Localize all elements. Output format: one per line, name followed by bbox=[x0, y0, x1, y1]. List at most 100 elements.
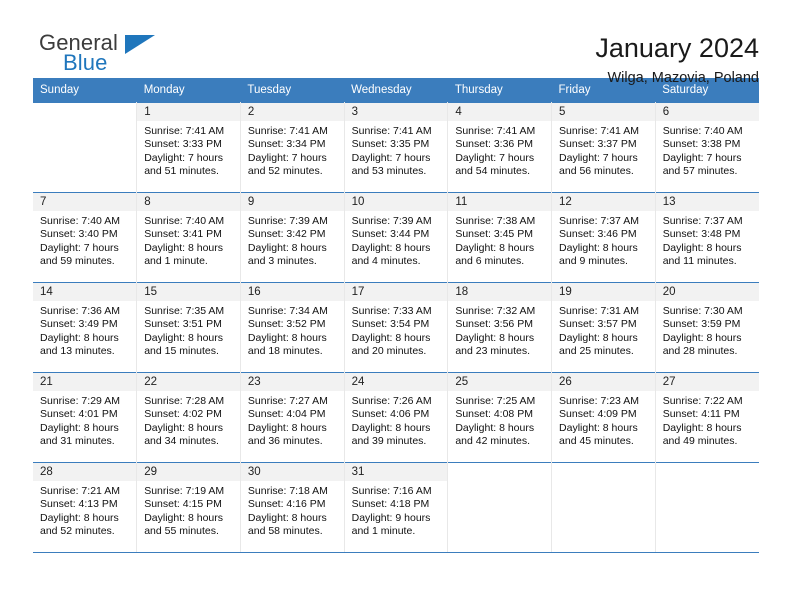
calendar-day-cell[interactable]: 5 Sunrise: 7:41 AM Sunset: 3:37 PM Daylight… bbox=[551, 102, 656, 193]
day-details: Sunrise: 7:30 AM Sunset: 3:59 PM Daylight:… bbox=[656, 301, 759, 359]
calendar-day-cell-empty bbox=[551, 462, 656, 553]
calendar-day-cell-empty bbox=[33, 102, 138, 193]
day-details: Sunrise: 7:25 AM Sunset: 4:08 PM Daylight:… bbox=[448, 391, 551, 449]
daylight-text: Daylight: 8 hours bbox=[40, 331, 119, 344]
day-details: Sunrise: 7:40 AM Sunset: 3:40 PM Daylight:… bbox=[33, 211, 136, 269]
calendar-day-cell[interactable]: 6 Sunrise: 7:40 AM Sunset: 3:38 PM Daylight… bbox=[655, 102, 759, 193]
sunrise-text: Sunrise: 7:36 AM bbox=[40, 305, 120, 317]
calendar-day-cell[interactable]: 10 Sunrise: 7:39 AM Sunset: 3:44 PM Dayligh… bbox=[344, 192, 449, 283]
day-number: 23 bbox=[240, 373, 344, 391]
day-number: 26 bbox=[552, 373, 655, 391]
calendar-day-cell[interactable]: 1 Sunrise: 7:41 AM Sunset: 3:33 PM Daylight… bbox=[136, 102, 241, 193]
calendar-day-cell[interactable]: 30 Sunrise: 7:18 AM Sunset: 4:16 PM Dayligh… bbox=[240, 462, 345, 553]
day-number: 31 bbox=[344, 463, 448, 481]
day-details: Sunrise: 7:31 AM Sunset: 3:57 PM Daylight:… bbox=[552, 301, 655, 359]
day-number: 8 bbox=[137, 193, 240, 211]
day-details: Sunrise: 7:33 AM Sunset: 3:54 PM Daylight:… bbox=[345, 301, 448, 359]
sunrise-text: Sunrise: 7:33 AM bbox=[351, 305, 432, 317]
brand-name-blue: Blue bbox=[63, 50, 108, 75]
sunrise-text: Sunrise: 7:30 AM bbox=[662, 305, 743, 317]
daylight-text: Daylight: 8 hours bbox=[351, 331, 431, 344]
triangle-logo-icon bbox=[125, 35, 155, 54]
day-number: 25 bbox=[448, 373, 552, 391]
calendar-day-cell[interactable]: 28 Sunrise: 7:21 AM Sunset: 4:13 PM Dayligh… bbox=[33, 462, 138, 553]
sunrise-text: Sunrise: 7:35 AM bbox=[144, 305, 225, 317]
daylight-text: Daylight: 7 hours bbox=[559, 151, 638, 164]
calendar-day-cell[interactable]: 8 Sunrise: 7:40 AM Sunset: 3:41 PM Daylight… bbox=[136, 192, 241, 283]
calendar-day-cell[interactable]: 17 Sunrise: 7:33 AM Sunset: 3:54 PM Dayligh… bbox=[344, 282, 449, 373]
daylight-text-cont: and 57 minutes. bbox=[662, 165, 738, 178]
sunset-text: Sunset: 3:45 PM bbox=[455, 228, 533, 241]
daylight-text: Daylight: 7 hours bbox=[40, 241, 119, 254]
calendar-day-cell[interactable]: 22 Sunrise: 7:28 AM Sunset: 4:02 PM Dayligh… bbox=[136, 372, 241, 463]
calendar-day-cell[interactable]: 9 Sunrise: 7:39 AM Sunset: 3:42 PM Daylight… bbox=[240, 192, 345, 283]
calendar-day-cell[interactable]: 19 Sunrise: 7:31 AM Sunset: 3:57 PM Dayligh… bbox=[551, 282, 656, 373]
daylight-text: Daylight: 8 hours bbox=[662, 421, 742, 434]
calendar-day-cell[interactable]: 31 Sunrise: 7:16 AM Sunset: 4:18 PM Dayligh… bbox=[344, 462, 449, 553]
daylight-text: Daylight: 8 hours bbox=[455, 421, 535, 434]
calendar-day-cell[interactable]: 27 Sunrise: 7:22 AM Sunset: 4:11 PM Dayligh… bbox=[655, 372, 759, 463]
calendar-day-cell[interactable]: 21 Sunrise: 7:29 AM Sunset: 4:01 PM Dayligh… bbox=[33, 372, 138, 463]
daylight-text-cont: and 36 minutes. bbox=[247, 435, 323, 448]
sunrise-text: Sunrise: 7:41 AM bbox=[144, 125, 225, 137]
calendar-day-cell[interactable]: 20 Sunrise: 7:30 AM Sunset: 3:59 PM Dayligh… bbox=[655, 282, 759, 373]
calendar-day-cell[interactable]: 7 Sunrise: 7:40 AM Sunset: 3:40 PM Daylight… bbox=[33, 192, 138, 283]
sunset-text: Sunset: 4:13 PM bbox=[40, 498, 118, 511]
daylight-text: Daylight: 9 hours bbox=[351, 511, 431, 524]
day-number bbox=[655, 463, 759, 481]
calendar-day-cell[interactable]: 24 Sunrise: 7:26 AM Sunset: 4:06 PM Dayligh… bbox=[344, 372, 449, 463]
sunset-text: Sunset: 3:54 PM bbox=[351, 318, 430, 331]
day-number: 22 bbox=[137, 373, 240, 391]
daylight-text: Daylight: 8 hours bbox=[351, 421, 431, 434]
calendar-day-cell[interactable]: 15 Sunrise: 7:35 AM Sunset: 3:51 PM Dayligh… bbox=[136, 282, 241, 373]
day-details: Sunrise: 7:39 AM Sunset: 3:42 PM Daylight:… bbox=[241, 211, 344, 269]
day-details: Sunrise: 7:41 AM Sunset: 3:34 PM Daylight:… bbox=[241, 121, 344, 179]
daylight-text-cont: and 18 minutes. bbox=[247, 345, 323, 358]
day-number: 2 bbox=[240, 103, 344, 121]
daylight-text: Daylight: 8 hours bbox=[662, 241, 742, 254]
calendar-week-row: 21 Sunrise: 7:29 AM Sunset: 4:01 PM Dayligh… bbox=[33, 372, 759, 463]
sunset-text: Sunset: 4:04 PM bbox=[247, 408, 326, 421]
calendar-day-cell[interactable]: 14 Sunrise: 7:36 AM Sunset: 3:49 PM Dayligh… bbox=[33, 282, 138, 373]
sunset-text: Sunset: 3:36 PM bbox=[455, 138, 533, 151]
sunrise-text: Sunrise: 7:26 AM bbox=[351, 395, 432, 407]
calendar-day-cell[interactable]: 23 Sunrise: 7:27 AM Sunset: 4:04 PM Dayligh… bbox=[240, 372, 345, 463]
day-number bbox=[552, 463, 655, 481]
day-details: Sunrise: 7:32 AM Sunset: 3:56 PM Daylight:… bbox=[448, 301, 551, 359]
calendar-day-cell[interactable]: 11 Sunrise: 7:38 AM Sunset: 3:45 PM Dayligh… bbox=[447, 192, 553, 283]
calendar-day-cell[interactable]: 29 Sunrise: 7:19 AM Sunset: 4:15 PM Dayligh… bbox=[136, 462, 241, 553]
sunrise-text: Sunrise: 7:37 AM bbox=[559, 215, 639, 227]
calendar-day-cell[interactable]: 2 Sunrise: 7:41 AM Sunset: 3:34 PM Daylight… bbox=[240, 102, 345, 193]
day-number: 7 bbox=[33, 193, 137, 211]
day-number: 5 bbox=[552, 103, 655, 121]
day-details: Sunrise: 7:37 AM Sunset: 3:46 PM Daylight:… bbox=[552, 211, 655, 269]
calendar-day-cell[interactable]: 12 Sunrise: 7:37 AM Sunset: 3:46 PM Dayligh… bbox=[551, 192, 656, 283]
sunset-text: Sunset: 3:44 PM bbox=[351, 228, 430, 241]
day-details: Sunrise: 7:41 AM Sunset: 3:33 PM Daylight:… bbox=[137, 121, 240, 179]
sunset-text: Sunset: 3:49 PM bbox=[40, 318, 118, 331]
calendar-day-cell[interactable]: 16 Sunrise: 7:34 AM Sunset: 3:52 PM Dayligh… bbox=[240, 282, 345, 373]
daylight-text: Daylight: 8 hours bbox=[455, 241, 535, 254]
daylight-text: Daylight: 8 hours bbox=[40, 421, 119, 434]
calendar-day-cell[interactable]: 25 Sunrise: 7:25 AM Sunset: 4:08 PM Dayligh… bbox=[447, 372, 553, 463]
sunrise-text: Sunrise: 7:27 AM bbox=[247, 395, 328, 407]
calendar-day-cell[interactable]: 3 Sunrise: 7:41 AM Sunset: 3:35 PM Daylight… bbox=[344, 102, 449, 193]
sunset-text: Sunset: 3:40 PM bbox=[40, 228, 118, 241]
daylight-text: Daylight: 8 hours bbox=[144, 511, 223, 524]
sunrise-text: Sunrise: 7:32 AM bbox=[455, 305, 536, 317]
day-details: Sunrise: 7:37 AM Sunset: 3:48 PM Daylight:… bbox=[656, 211, 759, 269]
day-number: 28 bbox=[33, 463, 137, 481]
brand-logo[interactable]: General Blue bbox=[33, 32, 163, 82]
sunset-text: Sunset: 3:37 PM bbox=[559, 138, 637, 151]
calendar-day-cell[interactable]: 13 Sunrise: 7:37 AM Sunset: 3:48 PM Dayligh… bbox=[655, 192, 759, 283]
calendar-day-cell[interactable]: 4 Sunrise: 7:41 AM Sunset: 3:36 PM Daylight… bbox=[447, 102, 553, 193]
sunrise-text: Sunrise: 7:41 AM bbox=[455, 125, 536, 137]
calendar-day-cell[interactable]: 18 Sunrise: 7:32 AM Sunset: 3:56 PM Dayligh… bbox=[447, 282, 553, 373]
daylight-text-cont: and 49 minutes. bbox=[662, 435, 738, 448]
calendar-day-cell[interactable]: 26 Sunrise: 7:23 AM Sunset: 4:09 PM Dayligh… bbox=[551, 372, 656, 463]
daylight-text: Daylight: 8 hours bbox=[559, 241, 638, 254]
sunrise-text: Sunrise: 7:38 AM bbox=[455, 215, 536, 227]
sunrise-text: Sunrise: 7:41 AM bbox=[559, 125, 639, 137]
day-details: Sunrise: 7:19 AM Sunset: 4:15 PM Daylight:… bbox=[137, 481, 240, 539]
daylight-text: Daylight: 7 hours bbox=[455, 151, 535, 164]
